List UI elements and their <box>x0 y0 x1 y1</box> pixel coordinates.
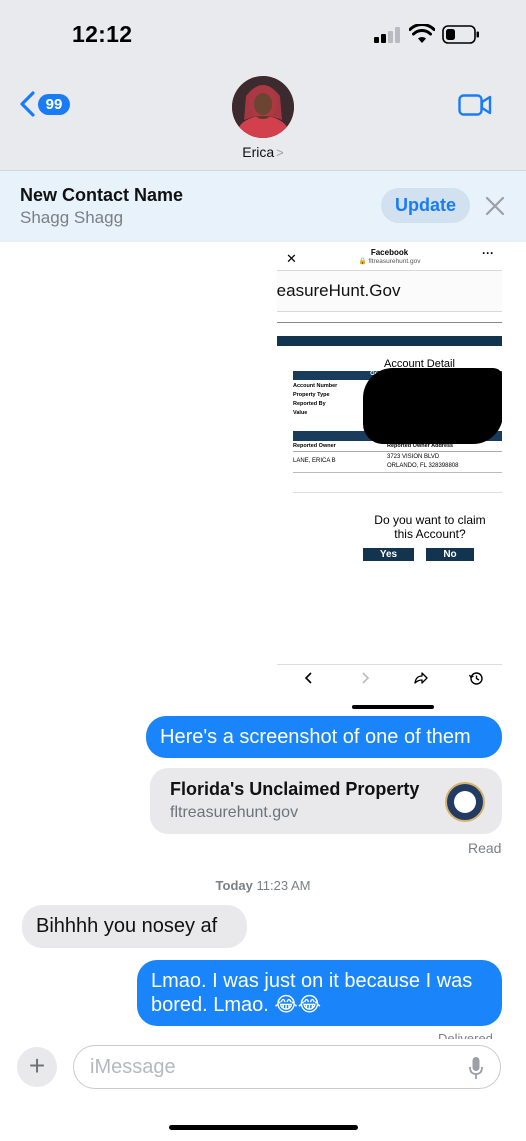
timestamp: Today 11:23 AM <box>0 878 526 893</box>
back-button[interactable]: 99 <box>18 91 70 117</box>
browser-title: Facebook <box>370 248 409 257</box>
delivered-receipt: Delivered <box>438 1031 493 1039</box>
divider <box>293 451 502 452</box>
no-button: No <box>426 548 474 561</box>
claim-question: Do you want to claim this Account? <box>374 513 486 541</box>
browser-url-text: fltreasurehunt.gov <box>368 258 421 265</box>
outgoing-message[interactable]: Lmao. I was just on it because I was bor… <box>137 960 502 1026</box>
owner-header: Reported Owner <box>293 443 336 449</box>
owner-name: LANE, ERICA B <box>293 458 336 464</box>
message-placeholder: iMessage <box>90 1056 176 1078</box>
read-receipt: Read <box>468 840 502 856</box>
wifi-icon <box>409 24 435 43</box>
timestamp-time: 11:23 AM <box>256 878 311 893</box>
row-label: Reported By <box>293 401 326 407</box>
timestamp-day: Today <box>215 878 253 893</box>
avatar-photo <box>232 76 294 138</box>
banner-title: New Contact Name <box>20 185 184 205</box>
link-preview-card[interactable]: Florida's Unclaimed Property fltreasureh… <box>150 768 502 834</box>
incoming-message[interactable]: Bihhhh you nosey af <box>22 905 247 948</box>
battery-icon <box>442 25 479 44</box>
browser-forward-icon <box>362 672 370 684</box>
chevron-left-icon <box>20 91 35 117</box>
more-icon: ··· <box>482 246 494 260</box>
image-attachment[interactable]: ✕ Facebook 🔒 fltreasurehunt.gov ··· reas… <box>277 242 502 710</box>
update-button[interactable]: Update <box>381 188 470 223</box>
outgoing-message[interactable]: Here's a screenshot of one of them <box>146 716 502 758</box>
owner-address-header: Reported Owner Address <box>387 443 454 449</box>
banner-subtitle: Shagg Shagg <box>20 208 124 227</box>
browser-back-icon <box>304 672 312 684</box>
divider <box>277 322 502 323</box>
row-label: Value <box>293 410 308 416</box>
message-input[interactable]: iMessage <box>73 1045 501 1089</box>
new-contact-banner: New Contact Name Shagg Shagg Update <box>0 171 526 242</box>
row-label: Account Number <box>293 383 338 389</box>
cellular-signal-icon <box>374 27 402 43</box>
link-title: Florida's Unclaimed Property <box>170 779 420 799</box>
status-time: 12:12 <box>72 21 133 47</box>
yes-button: Yes <box>363 548 414 561</box>
home-indicator <box>352 705 434 709</box>
divider <box>293 472 502 473</box>
redaction-scribble <box>363 368 502 444</box>
owner-address-line1: 3723 VISION BLVD <box>387 454 440 460</box>
divider <box>277 664 502 665</box>
avatar[interactable] <box>232 76 294 138</box>
site-seal-logo <box>445 782 485 822</box>
microphone-icon[interactable] <box>469 1056 483 1080</box>
conversation-header: 99 Erica > <box>0 64 526 171</box>
contact-name-label: Erica <box>242 144 275 160</box>
site-nav-bar <box>277 336 502 346</box>
message-line: Lmao. I was just on it because I was <box>151 970 473 992</box>
browser-url: 🔒 fltreasurehunt.gov <box>358 258 421 265</box>
link-url: fltreasurehunt.gov <box>170 804 299 821</box>
close-icon[interactable] <box>485 196 505 216</box>
divider <box>293 492 502 493</box>
site-heading: reasureHunt.Gov <box>277 281 401 300</box>
unread-count-badge: 99 <box>38 93 70 115</box>
row-label: Property Type <box>293 392 330 398</box>
status-bar: 12:12 <box>0 0 526 64</box>
facetime-video-icon[interactable] <box>458 94 492 116</box>
share-icon <box>414 672 428 684</box>
history-icon <box>468 672 483 685</box>
owner-address-line2: ORLANDO, FL 328398808 <box>387 463 459 469</box>
contact-name[interactable]: Erica > <box>0 144 526 160</box>
home-indicator <box>169 1125 358 1130</box>
chevron-right-icon: > <box>276 145 284 160</box>
message-line: bored. Lmao. 😂😂 <box>151 994 322 1016</box>
apps-plus-button[interactable]: + <box>17 1047 57 1087</box>
